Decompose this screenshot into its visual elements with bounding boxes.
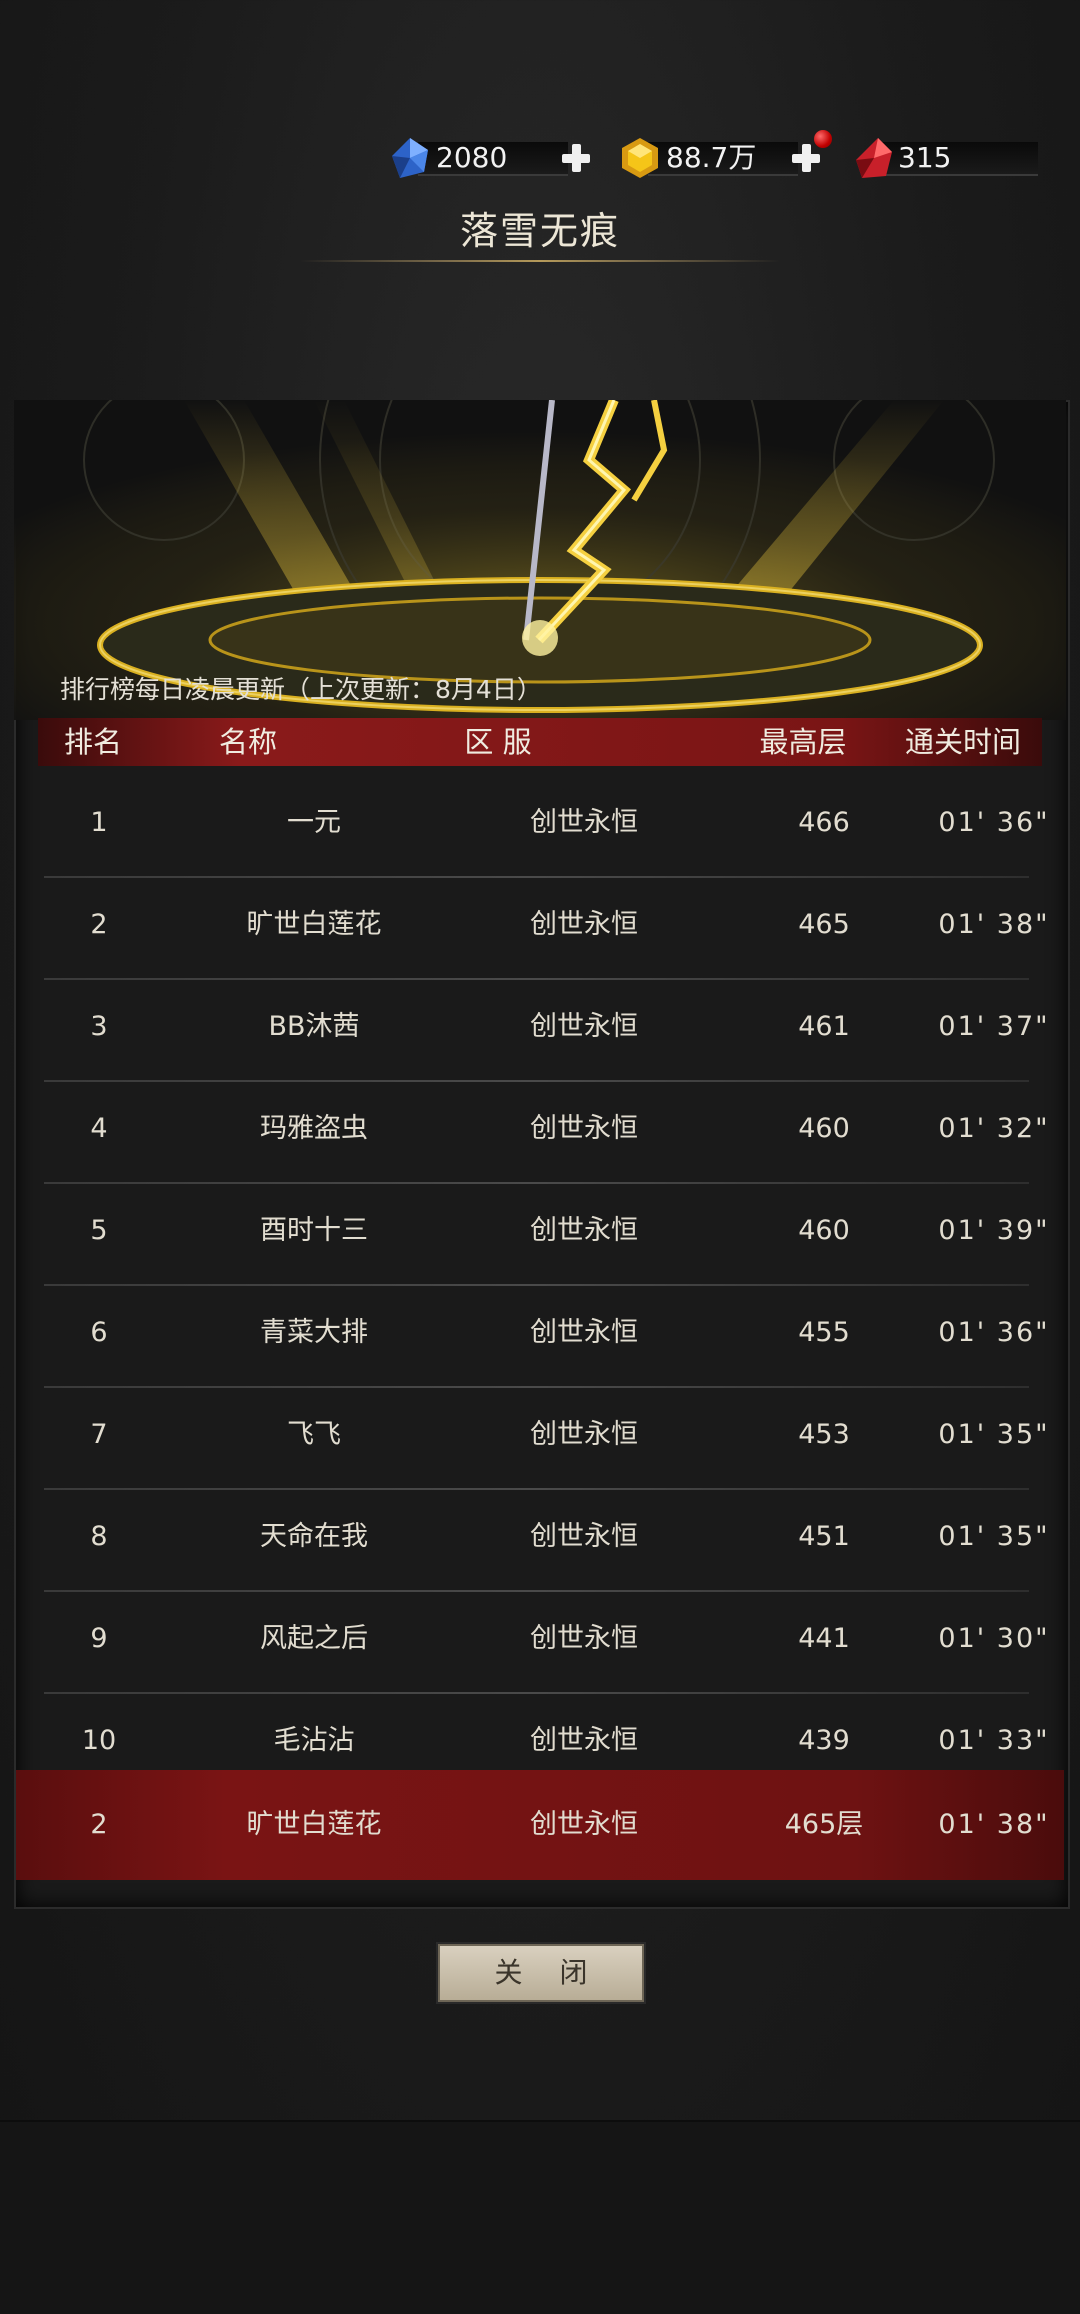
- name-cell: 酉时十三: [260, 1215, 368, 1246]
- name-cell: 天命在我: [260, 1521, 368, 1552]
- server-cell: 创世永恒: [530, 1215, 638, 1246]
- currency-gold: 88.7万: [618, 130, 838, 180]
- bottom-bar: [0, 2120, 1080, 2314]
- table-header: 排名 名称 区 服 最高层 通关时间: [38, 718, 1042, 766]
- currency-diamond: 2080: [388, 136, 598, 180]
- currency-ruby: 315: [852, 136, 1042, 180]
- rank-cell: 3: [90, 1011, 108, 1042]
- my-name-cell: 旷世白莲花: [246, 1809, 382, 1840]
- server-cell: 创世永恒: [530, 1113, 638, 1144]
- name-cell: 一元: [287, 807, 341, 838]
- server-cell: 创世永恒: [530, 1317, 638, 1348]
- server-cell: 创世永恒: [530, 807, 638, 838]
- col-server: 区 服: [464, 725, 532, 759]
- col-rank: 排名: [63, 725, 122, 759]
- floor-cell: 451: [798, 1521, 850, 1552]
- table-row[interactable]: 9 风起之后 创世永恒 441 01' 30": [44, 1592, 1048, 1694]
- table-row[interactable]: 1 一元 创世永恒 466 01' 36": [44, 776, 1048, 878]
- time-cell: 01' 36": [938, 807, 1050, 838]
- floor-cell: 441: [798, 1623, 850, 1654]
- rank-cell: 8: [90, 1521, 108, 1552]
- server-cell: 创世永恒: [530, 1419, 638, 1450]
- rank-cell: 6: [90, 1317, 108, 1348]
- floor-cell: 455: [798, 1317, 850, 1348]
- table-row[interactable]: 2 旷世白莲花 创世永恒 465 01' 38": [44, 878, 1048, 980]
- name-cell: 青菜大排: [260, 1317, 368, 1348]
- gold-gem-icon: [622, 138, 658, 178]
- my-rank-row: 2 旷世白莲花 创世永恒 465层 01' 38": [16, 1770, 1064, 1880]
- diamond-value: 2080: [436, 141, 508, 174]
- page-title: 落雪无痕: [459, 209, 620, 253]
- floor-cell: 461: [798, 1011, 850, 1042]
- server-cell: 创世永恒: [530, 1725, 638, 1756]
- time-cell: 01' 32": [938, 1113, 1050, 1144]
- time-cell: 01' 38": [938, 909, 1050, 940]
- table-row[interactable]: 8 天命在我 创世永恒 451 01' 35": [44, 1490, 1048, 1592]
- rank-cell: 10: [81, 1725, 117, 1756]
- gold-value: 88.7万: [666, 141, 757, 174]
- name-cell: BB沐茜: [268, 1011, 360, 1042]
- time-cell: 01' 30": [938, 1623, 1050, 1654]
- rank-cell: 1: [90, 807, 108, 838]
- floor-cell: 466: [798, 807, 850, 838]
- server-cell: 创世永恒: [530, 909, 638, 940]
- time-cell: 01' 33": [938, 1725, 1050, 1756]
- time-cell: 01' 35": [938, 1521, 1050, 1552]
- floor-cell: 439: [798, 1725, 850, 1756]
- col-name: 名称: [218, 725, 277, 759]
- table-row[interactable]: 6 青菜大排 创世永恒 455 01' 36": [44, 1286, 1048, 1388]
- blue-gem-icon: [392, 138, 428, 178]
- close-button[interactable]: 关 闭: [438, 1944, 644, 2002]
- table-row[interactable]: 7 飞飞 创世永恒 453 01' 35": [44, 1388, 1048, 1490]
- notice-dot-icon: [814, 130, 832, 148]
- server-cell: 创世永恒: [530, 1011, 638, 1042]
- ruby-value: 315: [898, 141, 952, 174]
- rank-cell: 2: [90, 909, 108, 940]
- floor-cell: 465: [798, 909, 850, 940]
- table-row[interactable]: 3 BB沐茜 创世永恒 461 01' 37": [44, 980, 1048, 1082]
- table-row[interactable]: 4 玛雅盗虫 创世永恒 460 01' 32": [44, 1082, 1048, 1184]
- name-cell: 毛沾沾: [273, 1725, 355, 1756]
- name-cell: 飞飞: [287, 1419, 341, 1450]
- update-note: 排行榜每日凌晨更新（上次更新：8月4日）: [60, 675, 542, 704]
- time-cell: 01' 36": [938, 1317, 1050, 1348]
- rank-cell: 9: [90, 1623, 108, 1654]
- col-time: 通关时间: [904, 725, 1021, 759]
- server-cell: 创世永恒: [530, 1623, 638, 1654]
- time-cell: 01' 35": [938, 1419, 1050, 1450]
- floor-cell: 460: [798, 1215, 850, 1246]
- name-cell: 旷世白莲花: [246, 909, 382, 940]
- server-cell: 创世永恒: [530, 1521, 638, 1552]
- col-floor: 最高层: [759, 725, 847, 759]
- rank-cell: 5: [90, 1215, 108, 1246]
- title-divider: [300, 260, 780, 262]
- red-crystal-icon: [856, 138, 892, 178]
- table-row[interactable]: 5 酉时十三 创世永恒 460 01' 39": [44, 1184, 1048, 1286]
- floor-cell: 453: [798, 1419, 850, 1450]
- my-rank-cell: 2: [90, 1809, 108, 1840]
- name-cell: 风起之后: [260, 1623, 368, 1654]
- name-cell: 玛雅盗虫: [260, 1113, 368, 1144]
- time-cell: 01' 39": [938, 1215, 1050, 1246]
- my-time-cell: 01' 38": [938, 1809, 1050, 1840]
- my-floor-cell: 465层: [784, 1809, 864, 1840]
- time-cell: 01' 37": [938, 1011, 1050, 1042]
- rank-cell: 7: [90, 1419, 108, 1450]
- floor-cell: 460: [798, 1113, 850, 1144]
- rank-cell: 4: [90, 1113, 108, 1144]
- my-server-cell: 创世永恒: [530, 1809, 638, 1840]
- add-diamond-button[interactable]: [558, 140, 594, 176]
